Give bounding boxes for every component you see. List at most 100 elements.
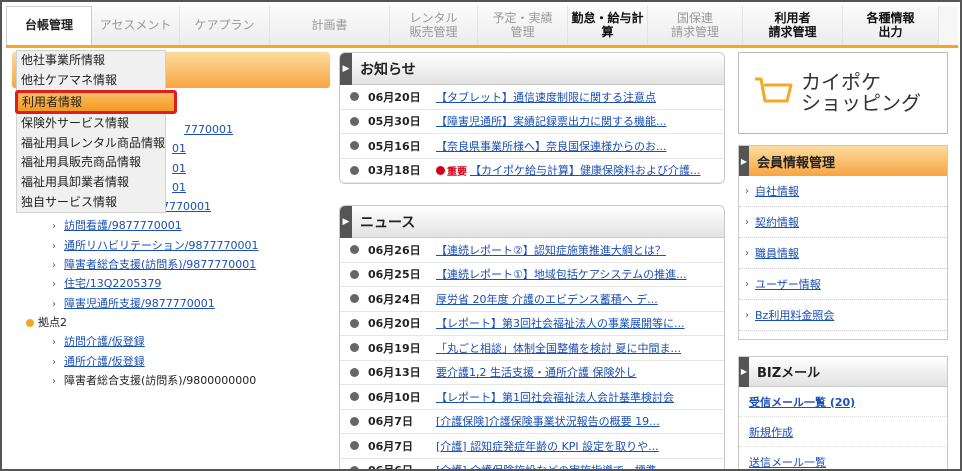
tree-item-label[interactable]: 7770001 <box>184 123 233 136</box>
news-date: 06月7日 <box>368 439 413 453</box>
nav-tab-8[interactable]: 利用者 請求管理 <box>743 6 843 45</box>
member-info-link[interactable]: 契約情報 <box>755 214 799 230</box>
tree-item-label[interactable]: 通所リハビリテーション/9877770001 <box>64 239 258 252</box>
bullet-icon <box>350 269 359 279</box>
tree-item-label[interactable]: 訪問看護/9877770001 <box>64 219 182 232</box>
tree-item[interactable]: › 訪問介護/仮登録 <box>12 332 332 351</box>
chevron-right-icon: › <box>52 260 56 272</box>
important-badge: 重要 <box>447 166 467 178</box>
chevron-right-icon: › <box>52 221 56 233</box>
news-date: 06月25日 <box>368 268 421 282</box>
news-link[interactable]: 【レポート】第1回社会福祉法人会計基準検討会 <box>436 389 674 405</box>
news-link[interactable]: 「丸ごと相談」体制全国整備を検討 夏に中間ま... <box>436 340 681 356</box>
dropdown-item-4[interactable]: 福祉用具レンタル商品情報 <box>17 134 165 154</box>
dropdown-item-0[interactable]: 他社事業所情報 <box>17 51 165 71</box>
bullet-icon <box>350 165 359 175</box>
news-link[interactable]: [介護保険]介護保険事業状況報告の概要 19... <box>436 413 660 429</box>
member-info-link[interactable]: Bz利用料金照会 <box>755 307 834 323</box>
app-frame: 台帳管理 アセスメント ケアプラン 計画書 レンタル 販売管理 予定・実績 管理 勤怠・給与… <box>0 0 962 471</box>
member-info-link[interactable]: ユーザー情報 <box>755 276 821 292</box>
tree-item[interactable]: › 障害児通所支援/9877770001 <box>12 294 332 313</box>
biz-mail-row: 新規作成 <box>739 417 947 447</box>
tree-item-label[interactable]: 7770001 <box>162 200 211 213</box>
tree-item-label[interactable]: 障害児通所支援/9877770001 <box>64 297 215 310</box>
notice-date: 05月30日 <box>368 115 421 129</box>
news-row: 06月25日 【連続レポート①】地域包括ケアシステムの推進... <box>340 263 724 287</box>
tree-item-label[interactable]: 01 <box>172 142 186 155</box>
dropdown-item-7[interactable]: 独自サービス情報 <box>17 193 165 213</box>
notice-panel: ▶ お知らせ 06月20日 【タブレット】通信速度制限に関する注意点 05月30日【… <box>339 52 725 184</box>
nav-tab-0[interactable]: 台帳管理 <box>6 6 92 45</box>
shop-banner-line2: ショッピング <box>801 91 921 115</box>
bullet-icon <box>350 416 359 426</box>
tree-item-label[interactable]: 01 <box>172 162 186 175</box>
tree-item[interactable]: › 訪問看護/9877770001 <box>12 216 332 235</box>
tree-item[interactable]: › 障害者総合支援(訪問系)/9877770001 <box>12 255 332 274</box>
news-link[interactable]: [介護] 介護保険施設などの実施指導で、標準・... <box>436 462 678 469</box>
member-info-title: 会員情報管理 <box>757 155 836 171</box>
biz-mail-link[interactable]: 新規作成 <box>749 424 793 440</box>
dropdown-item-1[interactable]: 他社ケアマネ情報 <box>17 71 165 91</box>
chevron-right-icon: › <box>745 247 749 259</box>
chevron-right-icon: › <box>745 309 749 321</box>
news-row: 06月20日 【レポート】第3回社会福祉法人の事業展開等に... <box>340 312 724 336</box>
chevron-right-icon: › <box>52 240 56 252</box>
bullet-icon <box>350 245 359 255</box>
chevron-right-icon: ▶ <box>340 206 352 238</box>
nav-tab-4[interactable]: レンタル 販売管理 <box>390 6 478 45</box>
nav-tab-7[interactable]: 国保連 請求管理 <box>648 6 743 45</box>
member-info-link[interactable]: 自社情報 <box>755 183 799 199</box>
news-link[interactable]: 要介護1,2 生活支援・通所介護 保険外し <box>436 364 637 380</box>
dropdown-item-2[interactable]: 利用者情報 <box>15 90 177 115</box>
important-dot-icon <box>436 165 445 175</box>
news-row: 06月24日 厚労省 20年度 介護のエビデンス蓄積へ デ... <box>340 287 724 312</box>
tree-item[interactable]: › 通所リハビリテーション/9877770001 <box>12 236 332 255</box>
chevron-right-icon: › <box>52 356 56 368</box>
notice-date: 03月18日 <box>368 164 421 178</box>
biz-mail-link[interactable]: 受信メール一覧 (20) <box>749 394 855 410</box>
news-link[interactable]: 【レポート】第3回社会福祉法人の事業展開等に... <box>436 315 685 331</box>
nav-tab-6[interactable]: 勤怠・給与計算 <box>568 6 648 45</box>
tree-item-label[interactable]: 訪問介護/仮登録 <box>64 335 145 348</box>
news-date: 06月24日 <box>368 292 421 306</box>
tree-item-label[interactable]: 障害者総合支援(訪問系)/9877770001 <box>64 258 256 271</box>
news-title: ニュース <box>360 214 416 231</box>
member-info-row: › 契約情報 <box>739 207 947 238</box>
member-info-link[interactable]: 職員情報 <box>755 245 799 261</box>
dropdown-item-5[interactable]: 福祉用具販売商品情報 <box>17 153 165 173</box>
kaipoke-shopping-banner[interactable]: カイポケ ショッピング <box>738 52 948 134</box>
news-row: 06月19日 「丸ごと相談」体制全国整備を検討 夏に中間ま... <box>340 336 724 361</box>
notice-date: 06月20日 <box>368 90 421 104</box>
left-column: 他社事業所情報 他社ケアマネ情報 利用者情報 保険外サービス情報 福祉用具レンタル商品情… <box>12 50 332 469</box>
news-link[interactable]: 厚労省 20年度 介護のエビデンス蓄積へ デ... <box>436 291 658 307</box>
notice-row: 06月20日 【タブレット】通信速度制限に関する注意点 <box>340 85 724 110</box>
biz-mail-title: BIZメール <box>757 366 821 381</box>
tree-item-label[interactable]: 住宅/13Q2205379 <box>64 277 161 290</box>
top-navigation: 台帳管理 アセスメント ケアプラン 計画書 レンタル 販売管理 予定・実績 管理 勤怠・給与… <box>6 6 958 48</box>
nav-tab-2[interactable]: ケアプラン <box>180 6 270 45</box>
notice-link[interactable]: 【タブレット】通信速度制限に関する注意点 <box>436 89 656 105</box>
news-row: 06月7日 [介護] 認知症発症年齢の KPI 設定を取りや... <box>340 434 724 459</box>
notice-link[interactable]: 【障害児通所】実績記録票出力に関する機能... <box>436 113 667 129</box>
dropdown-item-6[interactable]: 福祉用具卸業者情報 <box>17 173 165 193</box>
nav-tab-1[interactable]: アセスメント <box>92 6 180 45</box>
news-link[interactable]: 【連続レポート②】認知症施策推進大綱とは？ <box>436 242 666 258</box>
bullet-icon <box>350 92 359 102</box>
notice-link[interactable]: 【奈良県事業所様へ】奈良国保連様からのお... <box>436 138 667 154</box>
dropdown-item-3[interactable]: 保険外サービス情報 <box>17 114 165 134</box>
notice-list: 06月20日 【タブレット】通信速度制限に関する注意点 05月30日 【障害児通所】実… <box>340 85 724 183</box>
news-link[interactable]: [介護] 認知症発症年齢の KPI 設定を取りや... <box>436 438 659 454</box>
nav-tab-9[interactable]: 各種情報 出力 <box>843 6 939 45</box>
nav-tab-5[interactable]: 予定・実績 管理 <box>478 6 568 45</box>
tree-item[interactable]: › 通所介護/仮登録 <box>12 352 332 371</box>
nav-tab-3[interactable]: 計画書 <box>270 6 390 45</box>
shop-banner-text: カイポケ ショッピング <box>801 72 921 114</box>
tree-item-label[interactable]: 通所介護/仮登録 <box>64 355 145 368</box>
news-panel: ▶ ニュース 06月26日 【連続レポート②】認知症施策推進大綱とは？ 06月25日… <box>339 205 725 469</box>
notice-link[interactable]: 【カイポケ給与計算】健康保険料および介護... <box>470 162 701 178</box>
tree-item[interactable]: › 住宅/13Q2205379 <box>12 274 332 293</box>
biz-mail-link[interactable]: 送信メール一覧 <box>749 454 826 470</box>
tree-item-label[interactable]: 01 <box>172 181 186 194</box>
news-link[interactable]: 【連続レポート①】地域包括ケアシステムの推進... <box>436 266 687 282</box>
chevron-right-icon: ▶ <box>340 53 352 85</box>
